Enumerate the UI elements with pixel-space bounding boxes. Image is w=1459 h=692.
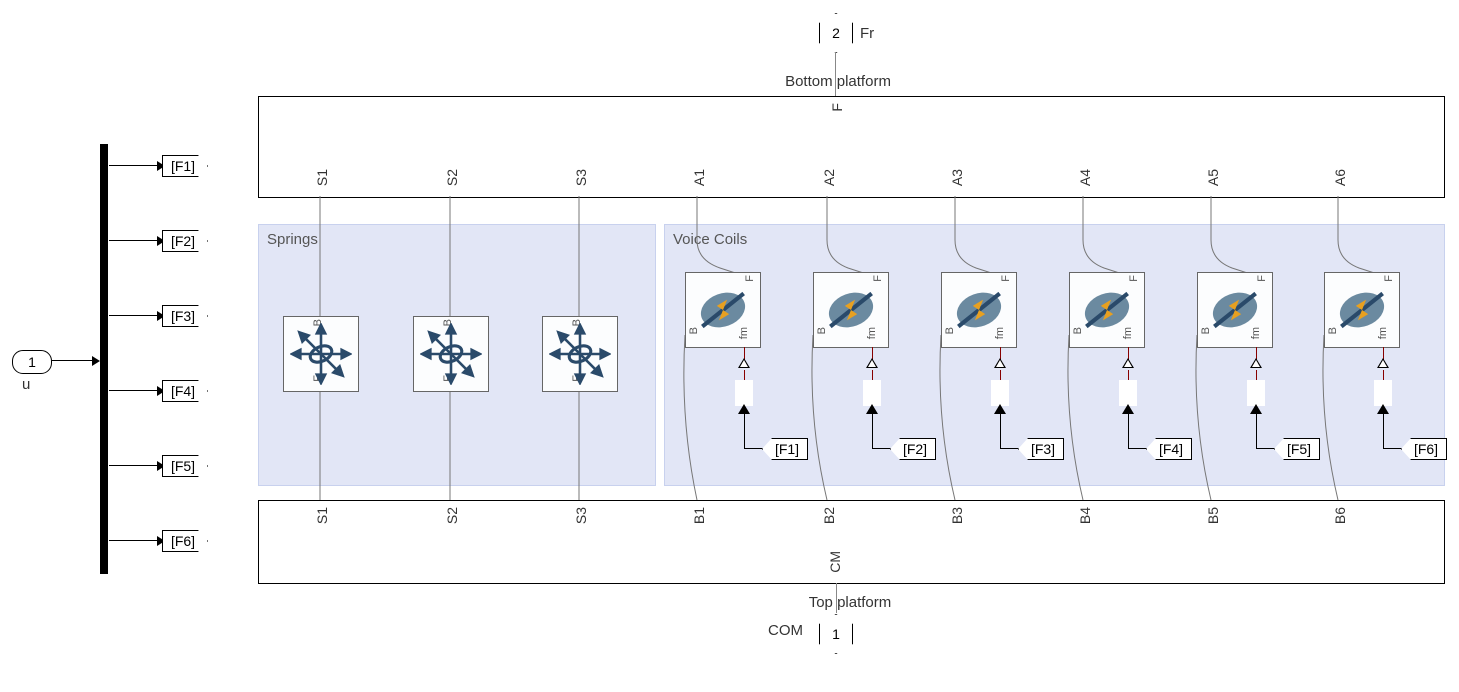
- tp-center-port: CM: [827, 551, 843, 573]
- vc2-conn3: [872, 448, 890, 449]
- tp-b1: B1: [691, 507, 707, 524]
- voice-coil-icon: [948, 279, 1010, 341]
- vc2-open-arrow: [866, 358, 878, 368]
- tp-s1: S1: [314, 507, 330, 524]
- vc6-solid-arrow: [1377, 404, 1389, 414]
- vc5-solid-arrow: [1250, 404, 1262, 414]
- vc6-conn3: [1383, 448, 1401, 449]
- spring-icon: [549, 323, 611, 385]
- spring-block-2: B F: [413, 316, 489, 392]
- vc2-conn2: [872, 414, 873, 448]
- vc3-open-arrow: [994, 358, 1006, 368]
- diagram-canvas: 1 u [F1] [F2] [F3] [F4] [F5] [F6] Bottom…: [0, 0, 1459, 692]
- voice-coil-1: F B fm: [685, 272, 761, 348]
- voice-coil-5: F B fm: [1197, 272, 1273, 348]
- vc5-open-arrow: [1250, 358, 1262, 368]
- vc3-solid-arrow: [994, 404, 1006, 414]
- vc1-conn2: [744, 414, 745, 448]
- vc4-conn2: [1128, 414, 1129, 448]
- tp-b5: B5: [1205, 507, 1221, 524]
- tp-b3: B3: [949, 507, 965, 524]
- vc4-conn1b: [1128, 370, 1129, 380]
- spring-block-1: B F: [283, 316, 359, 392]
- vc6-converter: [1374, 380, 1392, 406]
- voice-coil-4: F B fm: [1069, 272, 1145, 348]
- vc3-conn1b: [1000, 370, 1001, 380]
- tp-b6: B6: [1332, 507, 1348, 524]
- tp-s2: S2: [444, 507, 460, 524]
- vc6-open-arrow: [1377, 358, 1389, 368]
- vc3-conn3: [1000, 448, 1018, 449]
- vc4-open-arrow: [1122, 358, 1134, 368]
- vc5-conn3: [1256, 448, 1274, 449]
- vc3-converter: [991, 380, 1009, 406]
- vc4-converter: [1119, 380, 1137, 406]
- vc1-conn3: [744, 448, 762, 449]
- voice-coil-icon: [1204, 279, 1266, 341]
- vc5-converter: [1247, 380, 1265, 406]
- voice-coil-6: F B fm: [1324, 272, 1400, 348]
- top-platform-title: Top platform: [790, 594, 910, 611]
- vc4-solid-arrow: [1122, 404, 1134, 414]
- com-label: COM: [768, 622, 803, 639]
- voice-coil-icon: [1076, 279, 1138, 341]
- vc1-conn1b: [744, 370, 745, 380]
- vc1-open-arrow: [738, 358, 750, 368]
- vc2-converter: [863, 380, 881, 406]
- vc1-solid-arrow: [738, 404, 750, 414]
- vc6-conn2: [1383, 414, 1384, 448]
- line-com: [836, 583, 837, 613]
- vc1-converter: [735, 380, 753, 406]
- vc4-conn3: [1128, 448, 1146, 449]
- vc2-solid-arrow: [866, 404, 878, 414]
- spring-block-3: B F: [542, 316, 618, 392]
- tp-b2: B2: [821, 507, 837, 524]
- voice-coil-icon: [1331, 279, 1393, 341]
- top-platform-box: S1 S2 S3 B1 B2 B3 B4 B5 B6 CM: [258, 500, 1445, 584]
- spring-icon: [290, 323, 352, 385]
- vc6-conn1b: [1383, 370, 1384, 380]
- tp-s3: S3: [573, 507, 589, 524]
- voice-coil-3: F B fm: [941, 272, 1017, 348]
- vc5-conn2: [1256, 414, 1257, 448]
- voice-coil-2: F B fm: [813, 272, 889, 348]
- tp-b4: B4: [1077, 507, 1093, 524]
- vc5-conn1b: [1256, 370, 1257, 380]
- voice-coil-icon: [692, 279, 754, 341]
- vc2-conn1b: [872, 370, 873, 380]
- voice-coil-icon: [820, 279, 882, 341]
- spring-icon: [420, 323, 482, 385]
- vc3-conn2: [1000, 414, 1001, 448]
